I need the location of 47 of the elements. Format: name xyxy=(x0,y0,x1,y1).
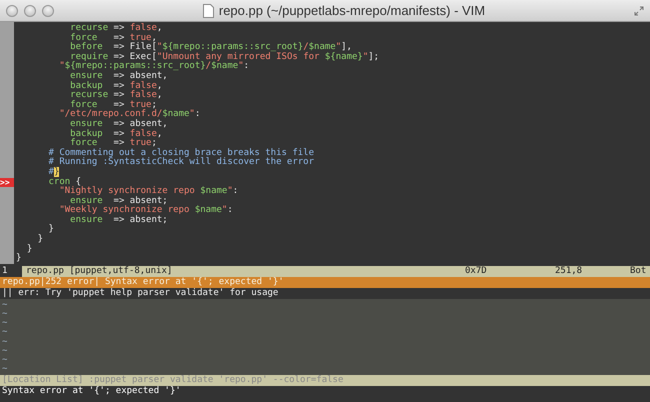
empty-line-marker: ~ xyxy=(2,354,8,365)
status-char-code: 0x7D xyxy=(465,266,488,277)
zoom-button[interactable] xyxy=(42,4,54,16)
code-line: force => true; xyxy=(70,139,157,148)
code-line: cron { xyxy=(48,178,82,186)
code-line: ensure => absent, xyxy=(69,120,168,129)
empty-line-marker: ~ xyxy=(2,327,8,338)
code-line: # Commenting out a closing brace breaks this file xyxy=(48,148,314,158)
code-line: } xyxy=(48,225,54,236)
document-icon xyxy=(202,4,214,18)
close-button[interactable] xyxy=(6,4,18,16)
code-line: backup => false, xyxy=(69,130,162,139)
status-scroll: Bot xyxy=(630,266,648,277)
empty-line-marker: ~ xyxy=(2,336,8,347)
location-list-status: [Location List] :puppet parser validate 'repo.pp' --color=false xyxy=(0,375,650,386)
empty-line-marker: ~ xyxy=(2,364,8,374)
code-line: backup => false, xyxy=(69,82,162,91)
code-line: require => Exec["Unmount any mirrored ISOs for ${name}"]; xyxy=(70,52,380,62)
code-line: } xyxy=(36,235,44,245)
location-list-entry[interactable]: || err: Try 'puppet help parser validate' for usage xyxy=(0,288,650,299)
code-line: recurse => false, xyxy=(69,24,162,33)
code-line: ensure => absent, xyxy=(69,72,168,81)
code-line: "Weekly synchronize repo $name": xyxy=(58,206,233,216)
fullscreen-icon[interactable] xyxy=(634,6,644,16)
code-line: recurse => false, xyxy=(69,91,162,100)
code-line: #} xyxy=(48,168,60,178)
empty-line-marker: ~ xyxy=(2,318,8,328)
window-title: repo.pp (~/puppetlabs-mrepo/manifests) - VIM xyxy=(218,3,486,18)
code-line: ensure => absent; xyxy=(70,196,168,206)
code-line: before => File["${mrepo::params::src_root}/$name"], xyxy=(69,43,352,52)
code-line: "Nightly synchronize repo $name": xyxy=(58,187,238,196)
command-line: Syntax error at '{'; expected '}' xyxy=(1,386,182,398)
status-file: repo.pp [puppet,utf-8,unix] xyxy=(22,266,465,277)
empty-line-marker: ~ xyxy=(2,346,8,356)
minimize-button[interactable] xyxy=(24,4,36,16)
code-line: # Running :SyntasticCheck will discover the error xyxy=(48,158,314,168)
error-sign: >> xyxy=(0,178,14,188)
code-line: } xyxy=(26,244,32,254)
empty-line-marker: ~ xyxy=(2,300,8,310)
code-line: ensure => absent; xyxy=(69,216,168,226)
empty-line-marker: ~ xyxy=(2,309,8,320)
code-line: force => true; xyxy=(70,100,157,110)
code-line: } xyxy=(15,254,22,264)
code-line: "/etc/mrepo.conf.d/$name": xyxy=(58,110,200,120)
status-position: 251,8 xyxy=(555,266,584,277)
code-line: "${mrepo::params::src_root}/$name": xyxy=(58,62,250,72)
code-line: force => true, xyxy=(69,34,157,43)
